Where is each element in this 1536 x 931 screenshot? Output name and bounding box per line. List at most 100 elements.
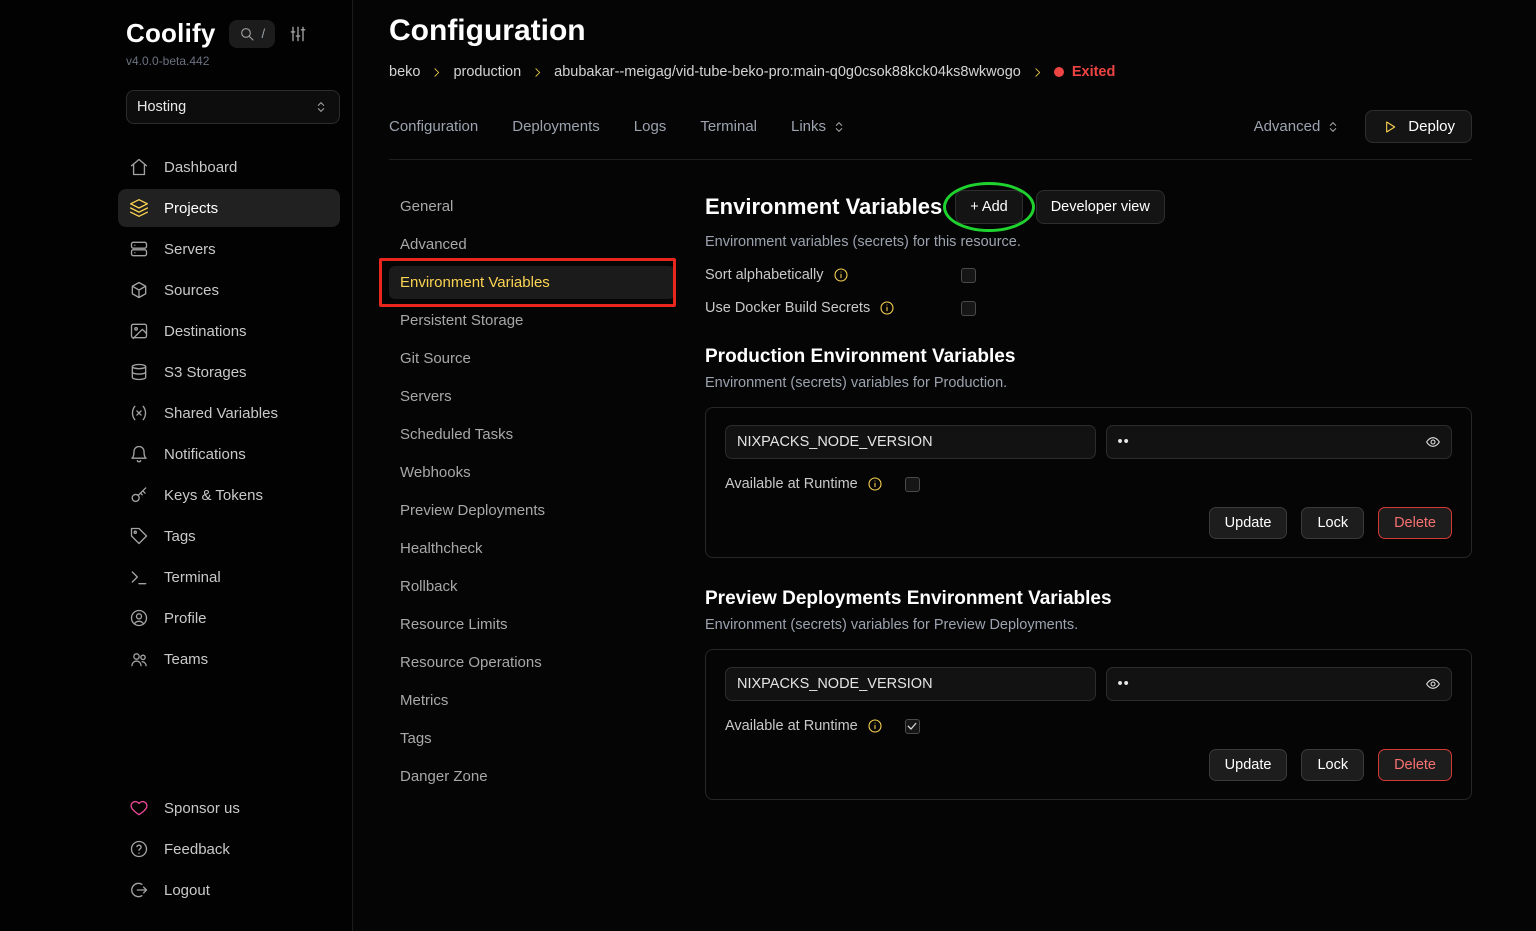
update-button[interactable]: Update	[1209, 749, 1288, 781]
tab-links[interactable]: Links	[791, 118, 847, 135]
lock-button[interactable]: Lock	[1301, 749, 1364, 781]
settings-sliders-icon[interactable]	[288, 24, 308, 44]
sidebar-item-servers[interactable]: Servers	[118, 230, 340, 268]
team-select[interactable]: Hosting	[126, 90, 340, 124]
team-select-value: Hosting	[137, 99, 186, 115]
sidebar-item-label: Projects	[164, 200, 218, 217]
search-shortcut: /	[262, 26, 266, 41]
add-variable-button[interactable]: + Add	[955, 190, 1023, 224]
subnav-item-resource-operations[interactable]: Resource Operations	[389, 646, 675, 679]
reveal-value-button[interactable]	[1425, 434, 1441, 450]
tab-terminal[interactable]: Terminal	[700, 118, 757, 135]
sidebar-item-teams[interactable]: Teams	[118, 640, 340, 678]
sidebar-item-profile[interactable]: Profile	[118, 599, 340, 637]
users-icon	[129, 649, 149, 669]
sidebar-item-logout[interactable]: Logout	[118, 871, 340, 909]
sidebar-item-label: Notifications	[164, 446, 246, 463]
runtime-row: Available at Runtime	[725, 718, 1452, 734]
sort-alphabetically-checkbox[interactable]	[961, 268, 976, 283]
check-icon	[906, 720, 918, 732]
tab-deployments[interactable]: Deployments	[512, 118, 600, 135]
lock-button[interactable]: Lock	[1301, 507, 1364, 539]
deploy-button[interactable]: Deploy	[1365, 110, 1472, 143]
developer-view-button[interactable]: Developer view	[1036, 190, 1165, 224]
runtime-checkbox[interactable]	[905, 719, 920, 734]
chevron-up-down-icon	[1325, 119, 1341, 135]
runtime-row: Available at Runtime	[725, 476, 1452, 492]
subnav-item-general[interactable]: General	[389, 190, 675, 223]
sidebar-item-label: Terminal	[164, 569, 221, 586]
eye-icon	[1425, 434, 1441, 450]
sidebar-item-label: Dashboard	[164, 159, 237, 176]
sidebar-item-dashboard[interactable]: Dashboard	[118, 148, 340, 186]
sidebar-item-label: Shared Variables	[164, 405, 278, 422]
breadcrumb-environment[interactable]: production	[453, 64, 521, 80]
home-icon	[129, 157, 149, 177]
coolify-app: Coolify / v4.0.0-beta.442 Hosting Dashbo…	[0, 0, 1536, 931]
subnav-item-servers[interactable]: Servers	[389, 380, 675, 413]
tab-configuration[interactable]: Configuration	[389, 118, 478, 135]
variable-name-input[interactable]	[725, 667, 1096, 701]
subnav-item-tags[interactable]: Tags	[389, 722, 675, 755]
sidebar-item-keys-tokens[interactable]: Keys & Tokens	[118, 476, 340, 514]
variable-value-input[interactable]	[1106, 667, 1453, 701]
sidebar: Coolify / v4.0.0-beta.442 Hosting Dashbo…	[0, 0, 353, 931]
sidebar-item-label: Feedback	[164, 841, 230, 858]
subnav-item-git-source[interactable]: Git Source	[389, 342, 675, 375]
sidebar-item-feedback[interactable]: Feedback	[118, 830, 340, 868]
sidebar-nav: Dashboard Projects Servers Sources Desti…	[118, 148, 340, 678]
breadcrumb-project[interactable]: beko	[389, 64, 420, 80]
brand-logo: Coolify	[126, 18, 216, 49]
subnav-item-scheduled-tasks[interactable]: Scheduled Tasks	[389, 418, 675, 451]
sidebar-item-tags[interactable]: Tags	[118, 517, 340, 555]
production-env-heading: Production Environment Variables	[705, 346, 1472, 368]
production-variable-card: Available at Runtime Update Lock Delete	[705, 407, 1472, 558]
preview-env-heading: Preview Deployments Environment Variable…	[705, 588, 1472, 610]
sidebar-item-label: Sources	[164, 282, 219, 299]
heart-icon	[129, 798, 149, 818]
subnav-item-danger-zone[interactable]: Danger Zone	[389, 760, 675, 793]
sidebar-item-sources[interactable]: Sources	[118, 271, 340, 309]
preview-variable-card: Available at Runtime Update Lock Delete	[705, 649, 1472, 800]
subnav-item-healthcheck[interactable]: Healthcheck	[389, 532, 675, 565]
destination-icon	[129, 321, 149, 341]
variable-name-input[interactable]	[725, 425, 1096, 459]
subnav-item-preview-deployments[interactable]: Preview Deployments	[389, 494, 675, 527]
subnav-item-advanced[interactable]: Advanced	[389, 228, 675, 261]
sidebar-item-shared-variables[interactable]: Shared Variables	[118, 394, 340, 432]
breadcrumb-resource[interactable]: abubakar--meigag/vid-tube-beko-pro:main-…	[554, 64, 1021, 80]
variable-icon	[129, 403, 149, 423]
subnav-item-metrics[interactable]: Metrics	[389, 684, 675, 717]
sidebar-item-projects[interactable]: Projects	[118, 189, 340, 227]
runtime-label: Available at Runtime	[725, 718, 858, 734]
advanced-dropdown[interactable]: Advanced	[1254, 118, 1342, 135]
variable-value-input[interactable]	[1106, 425, 1453, 459]
sidebar-item-label: Logout	[164, 882, 210, 899]
sidebar-item-s3-storages[interactable]: S3 Storages	[118, 353, 340, 391]
subnav-item-webhooks[interactable]: Webhooks	[389, 456, 675, 489]
subnav-item-persistent-storage[interactable]: Persistent Storage	[389, 304, 675, 337]
reveal-value-button[interactable]	[1425, 676, 1441, 692]
page-title: Configuration	[389, 14, 1472, 48]
advanced-label: Advanced	[1254, 118, 1321, 135]
docker-build-secrets-checkbox[interactable]	[961, 301, 976, 316]
env-variables-subtitle: Environment variables (secrets) for this…	[705, 234, 1472, 250]
runtime-checkbox[interactable]	[905, 477, 920, 492]
subnav-item-rollback[interactable]: Rollback	[389, 570, 675, 603]
add-variable-label: + Add	[970, 199, 1008, 215]
sidebar-item-notifications[interactable]: Notifications	[118, 435, 340, 473]
update-button[interactable]: Update	[1209, 507, 1288, 539]
sort-alphabetically-label: Sort alphabetically	[705, 267, 824, 283]
docker-build-secrets-row: Use Docker Build Secrets	[705, 300, 1472, 316]
sidebar-item-destinations[interactable]: Destinations	[118, 312, 340, 350]
sidebar-item-label: Servers	[164, 241, 216, 258]
sidebar-item-sponsor[interactable]: Sponsor us	[118, 789, 340, 827]
delete-button[interactable]: Delete	[1378, 749, 1452, 781]
chevron-right-icon	[1031, 66, 1044, 79]
search-button[interactable]: /	[229, 20, 276, 48]
sidebar-item-terminal[interactable]: Terminal	[118, 558, 340, 596]
subnav-item-resource-limits[interactable]: Resource Limits	[389, 608, 675, 641]
subnav-item-environment-variables[interactable]: Environment Variables	[389, 266, 675, 299]
tab-logs[interactable]: Logs	[634, 118, 667, 135]
delete-button[interactable]: Delete	[1378, 507, 1452, 539]
